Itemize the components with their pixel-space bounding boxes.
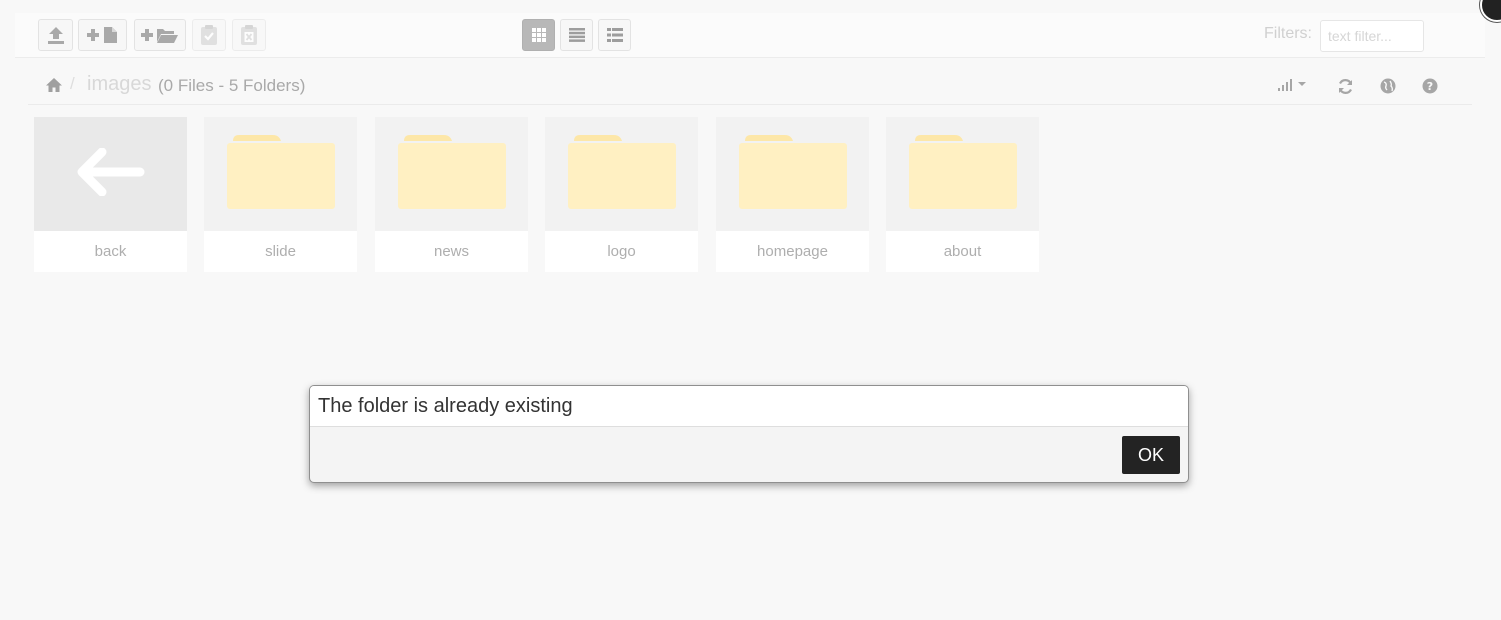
grid-icon: [531, 28, 546, 42]
clipboard-check-icon: [200, 24, 218, 46]
folder-thumbnail: [886, 117, 1039, 231]
item-label: homepage: [757, 243, 828, 260]
ok-button[interactable]: OK: [1122, 436, 1180, 474]
item-label: about: [943, 243, 982, 260]
item-label: slide: [265, 243, 296, 260]
folder-item[interactable]: slide: [204, 117, 357, 272]
toolbar: Filters:: [15, 13, 1485, 58]
help-icon[interactable]: ?: [1422, 78, 1438, 99]
arrow-left-icon: [76, 147, 146, 201]
back-thumbnail: [34, 117, 187, 231]
folder-icon: [397, 133, 506, 216]
folder-icon: [226, 133, 335, 216]
folder-item[interactable]: about: [886, 117, 1039, 272]
folder-item[interactable]: news: [375, 117, 528, 272]
refresh-icon[interactable]: [1337, 78, 1354, 100]
svg-text:?: ?: [1427, 80, 1433, 93]
new-folder-icon: [141, 26, 179, 44]
new-file-icon: [86, 26, 119, 44]
folder-summary: (0 Files - 5 Folders): [158, 76, 306, 95]
home-icon[interactable]: [45, 77, 63, 98]
clipboard-clear-icon: [240, 24, 258, 46]
text-filter-input[interactable]: [1320, 20, 1424, 52]
item-label: news: [433, 243, 470, 260]
sort-button[interactable]: [1277, 77, 1309, 96]
current-folder-name: images: [87, 73, 152, 95]
breadcrumb-separator: /: [70, 74, 75, 93]
list-view-button[interactable]: [560, 19, 593, 51]
folder-item[interactable]: homepage: [716, 117, 869, 272]
new-file-button[interactable]: [78, 19, 127, 51]
new-folder-button[interactable]: [134, 19, 186, 51]
grid-view-button[interactable]: [522, 19, 555, 51]
globe-icon[interactable]: [1380, 78, 1396, 99]
folder-icon: [738, 133, 847, 216]
dialog-message: The folder is already existing: [310, 386, 1188, 427]
item-label: back: [94, 243, 127, 260]
columns-icon: [606, 28, 623, 42]
folder-icon: [567, 133, 676, 216]
folder-thumbnail: [716, 117, 869, 231]
paste-button[interactable]: [192, 19, 226, 51]
folder-thumbnail: [204, 117, 357, 231]
back-item[interactable]: back: [34, 117, 187, 272]
folder-thumbnail: [545, 117, 698, 231]
upload-icon: [46, 25, 66, 45]
item-label: logo: [607, 243, 636, 260]
alert-dialog: The folder is already existing OK: [309, 385, 1189, 483]
list-icon: [568, 28, 585, 42]
clear-clipboard-button[interactable]: [232, 19, 266, 51]
breadcrumb: / images (0 Files - 5 Folders) ?: [28, 67, 1472, 105]
folder-thumbnail: [375, 117, 528, 231]
columns-view-button[interactable]: [598, 19, 631, 51]
file-manager-page: Filters: / images (0 Files - 5 Folders) …: [0, 0, 1501, 620]
filters-label: Filters:: [1264, 25, 1312, 42]
upload-button[interactable]: [38, 19, 73, 51]
folder-item[interactable]: logo: [545, 117, 698, 272]
signal-bars-icon: [1277, 78, 1309, 95]
folder-icon: [908, 133, 1017, 216]
